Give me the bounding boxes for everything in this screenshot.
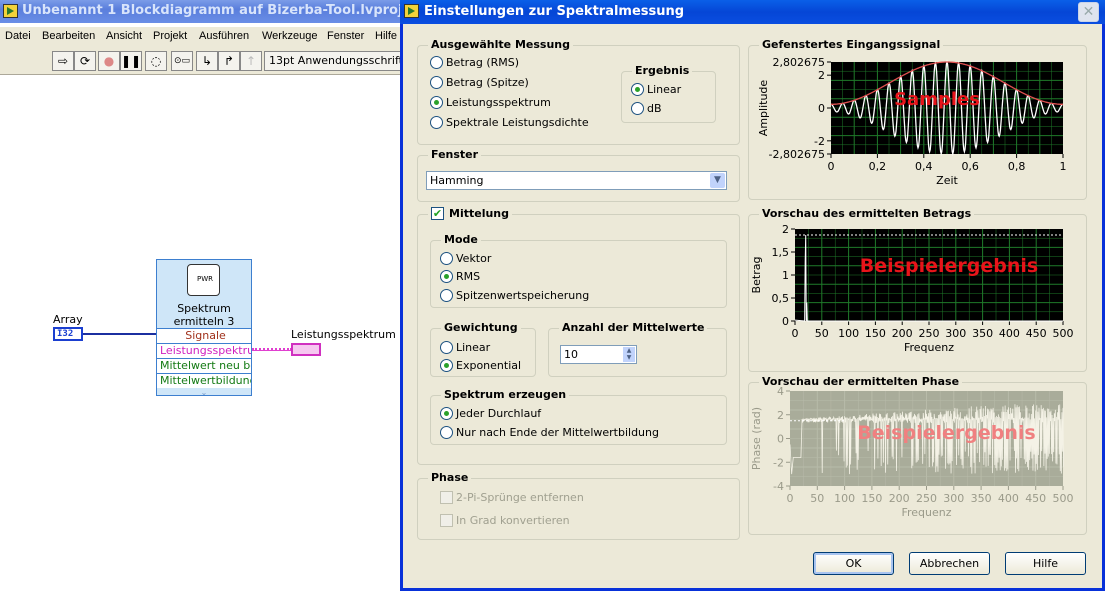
x-tick-label: 0	[787, 492, 794, 505]
y-tick-label: -2	[773, 456, 784, 469]
y-tick-label: 4	[777, 385, 784, 398]
x-tick-label: 400	[998, 492, 1019, 505]
spektrum-radio-1[interactable]: Nur nach Ende der Mittelwertbildung	[440, 426, 659, 439]
ergebnis-option-label: dB	[647, 102, 662, 115]
radio-button-icon[interactable]	[440, 407, 453, 420]
spektrum-radio-0[interactable]: Jeder Durchlauf	[440, 407, 541, 420]
radio-button-icon[interactable]	[440, 270, 453, 283]
x-axis-label: Zeit	[936, 174, 958, 187]
x-tick-label: 250	[916, 492, 937, 505]
radio-button-icon[interactable]	[440, 289, 453, 302]
watermark-text: Beispielergebnis	[857, 422, 1035, 444]
ergebnis-radio-1[interactable]: dB	[631, 102, 662, 115]
x-tick-label: 300	[945, 327, 966, 340]
cancel-button[interactable]: Abbrechen	[909, 552, 990, 575]
messung-option-label: Leistungsspektrum	[446, 96, 551, 109]
x-tick-label: 350	[971, 492, 992, 505]
mode-option-label: RMS	[456, 270, 481, 283]
y-tick-label: 1	[782, 269, 789, 282]
x-tick-label: 50	[810, 492, 824, 505]
y-axis-label: Phase (rad)	[750, 407, 763, 470]
messung-radio-3[interactable]: Spektrale Leistungsdichte	[430, 116, 589, 129]
y-tick-label: 2,802675	[773, 56, 826, 69]
gewichtung-radio-1[interactable]: Exponential	[440, 359, 521, 372]
y-tick-label: 0	[777, 433, 784, 446]
x-tick-label: 300	[943, 492, 964, 505]
radio-button-icon[interactable]	[440, 341, 453, 354]
x-axis-label: Frequenz	[901, 506, 951, 519]
y-tick-label: 0	[818, 102, 825, 115]
x-tick-label: 0	[828, 160, 835, 173]
y-tick-label: 0	[782, 315, 789, 328]
radio-button-icon[interactable]	[430, 76, 443, 89]
radio-button-icon[interactable]	[440, 426, 453, 439]
gewichtung-radio-0[interactable]: Linear	[440, 341, 490, 354]
messung-option-label: Spektrale Leistungsdichte	[446, 116, 589, 129]
x-tick-label: 0	[792, 327, 799, 340]
ergebnis-option-label: Linear	[647, 83, 682, 96]
x-tick-label: 0,2	[869, 160, 887, 173]
mode-radio-1[interactable]: RMS	[440, 270, 480, 283]
mode-radio-0[interactable]: Vektor	[440, 252, 491, 265]
watermark-text: Samples	[894, 89, 980, 110]
messung-option-label: Betrag (Spitze)	[446, 76, 529, 89]
x-tick-label: 500	[1053, 327, 1074, 340]
x-tick-label: 0,8	[1008, 160, 1026, 173]
x-tick-label: 500	[1053, 492, 1074, 505]
watermark-text: Beispielergebnis	[860, 255, 1038, 277]
x-tick-label: 200	[892, 327, 913, 340]
messung-radio-1[interactable]: Betrag (Spitze)	[430, 76, 529, 89]
messung-radio-2[interactable]: Leistungsspektrum	[430, 96, 551, 109]
radio-button-icon[interactable]	[631, 83, 644, 96]
y-tick-label: -2,802675	[769, 148, 825, 161]
x-tick-label: 150	[861, 492, 882, 505]
radio-button-icon[interactable]	[440, 252, 453, 265]
ergebnis-radio-0[interactable]: Linear	[631, 83, 681, 96]
y-tick-label: 2	[782, 223, 789, 236]
ok-button[interactable]: OK	[813, 552, 894, 575]
y-tick-label: 1,5	[772, 246, 790, 259]
x-tick-label: 1	[1060, 160, 1067, 173]
x-tick-label: 250	[919, 327, 940, 340]
x-axis-label: Frequenz	[904, 341, 954, 354]
radio-button-icon[interactable]	[440, 359, 453, 372]
radio-button-icon[interactable]	[631, 102, 644, 115]
gewichtung-option-label: Linear	[456, 341, 491, 354]
y-tick-label: 0,5	[772, 292, 790, 305]
x-tick-label: 100	[838, 327, 859, 340]
x-tick-label: 100	[834, 492, 855, 505]
x-tick-label: 450	[1026, 327, 1047, 340]
y-tick-label: -4	[773, 480, 784, 493]
messung-radio-0[interactable]: Betrag (RMS)	[430, 56, 519, 69]
y-axis-label: Betrag	[750, 257, 763, 294]
x-tick-label: 50	[815, 327, 829, 340]
x-tick-label: 0,4	[915, 160, 933, 173]
mode-option-label: Vektor	[456, 252, 492, 265]
mode-option-label: Spitzenwertspeicherung	[456, 289, 590, 302]
x-tick-label: 400	[999, 327, 1020, 340]
x-tick-label: 150	[865, 327, 886, 340]
x-tick-label: 450	[1025, 492, 1046, 505]
mode-radio-2[interactable]: Spitzenwertspeicherung	[440, 289, 589, 302]
x-tick-label: 0,6	[961, 160, 979, 173]
x-tick-label: 200	[889, 492, 910, 505]
y-tick-label: -2	[814, 135, 825, 148]
y-tick-label: 2	[818, 69, 825, 82]
radio-button-icon[interactable]	[430, 116, 443, 129]
x-tick-label: 350	[972, 327, 993, 340]
messung-option-label: Betrag (RMS)	[446, 56, 520, 69]
spektrum-option-label: Jeder Durchlauf	[456, 407, 542, 420]
y-tick-label: 2	[777, 409, 784, 422]
gewichtung-option-label: Exponential	[456, 359, 522, 372]
spektrum-option-label: Nur nach Ende der Mittelwertbildung	[456, 426, 659, 439]
radio-button-icon[interactable]	[430, 56, 443, 69]
help-button[interactable]: Hilfe	[1005, 552, 1086, 575]
radio-button-icon[interactable]	[430, 96, 443, 109]
y-axis-label: Amplitude	[757, 80, 770, 137]
